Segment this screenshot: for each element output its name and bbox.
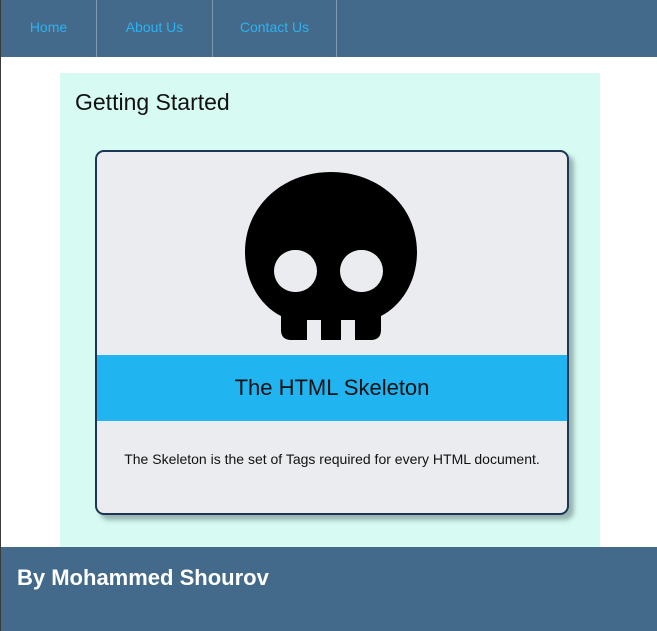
card-title: The HTML Skeleton xyxy=(234,375,430,400)
card-description: The Skeleton is the set of Tags required… xyxy=(124,451,540,467)
nav-link-about-us[interactable]: About Us xyxy=(97,0,213,57)
skeleton-card: The HTML Skeleton The Skeleton is the se… xyxy=(95,150,569,515)
top-nav: Home About Us Contact Us xyxy=(1,0,657,57)
nav-link-contact-us[interactable]: Contact Us xyxy=(213,0,337,57)
nav-link-home[interactable]: Home xyxy=(1,0,97,57)
page-heading: Getting Started xyxy=(75,89,230,115)
footer-author: By Mohammed Shourov xyxy=(17,565,269,590)
skull-icon xyxy=(245,172,417,340)
card-title-band: The HTML Skeleton xyxy=(97,355,567,421)
page-footer: By Mohammed Shourov xyxy=(1,547,657,631)
main-content: Getting Started The HTML Skeleton The Sk… xyxy=(60,73,600,547)
